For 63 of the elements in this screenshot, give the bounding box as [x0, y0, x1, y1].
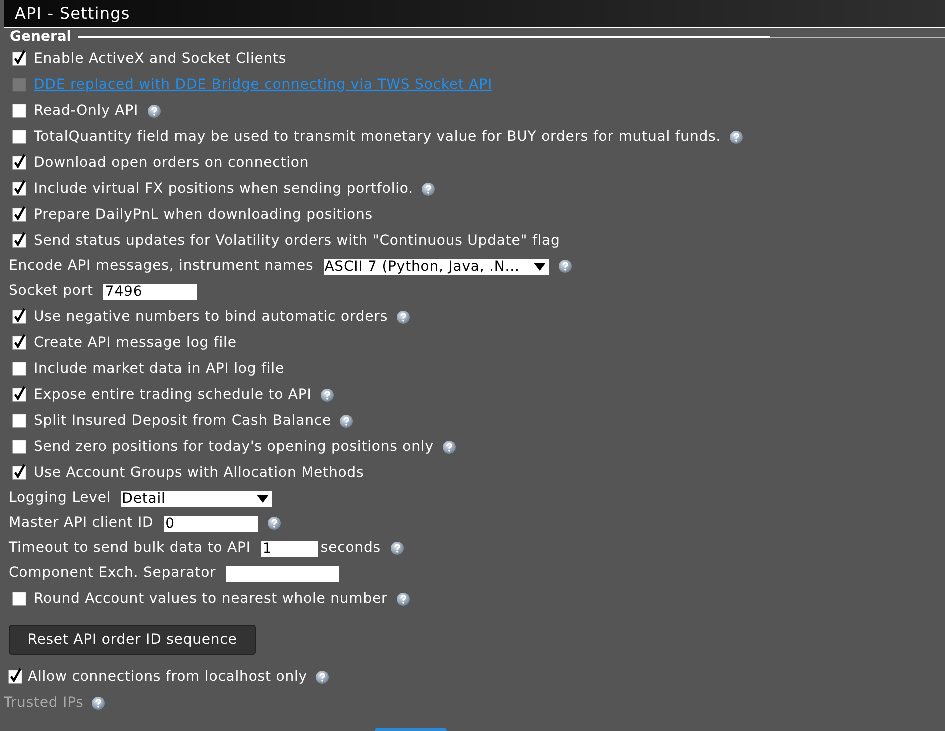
help-icon[interactable]	[558, 260, 572, 273]
help-icon[interactable]	[268, 517, 281, 530]
setting-label: Enable ActiveX and Socket Clients	[34, 50, 287, 68]
field-label: Socket port	[9, 283, 94, 300]
help-icon[interactable]	[316, 670, 330, 684]
help-icon[interactable]	[422, 182, 436, 196]
input-field[interactable]: 7496	[103, 284, 198, 300]
input-field[interactable]: 1	[260, 540, 318, 556]
setting-label: Trusted IPs	[4, 694, 84, 712]
section-title: General	[10, 29, 72, 45]
checkbox[interactable]	[12, 232, 27, 248]
help-icon[interactable]	[396, 592, 410, 606]
checkbox[interactable]	[12, 50, 27, 66]
checkbox[interactable]	[12, 154, 27, 170]
field-label: Timeout to send bulk data to API	[9, 540, 251, 557]
field-label: Encode API messages, instrument names	[9, 258, 314, 275]
setting-label: Use negative numbers to bind automatic orders	[34, 308, 388, 326]
setting-label: Create API message log file	[34, 334, 237, 352]
checkbox[interactable]	[12, 412, 27, 428]
checkbox[interactable]	[12, 464, 27, 480]
checkbox[interactable]	[12, 308, 27, 324]
window-title: API - Settings	[15, 4, 130, 23]
checkbox[interactable]	[12, 128, 27, 144]
help-icon[interactable]	[397, 310, 410, 324]
setting-label: Send status updates for Volatility orders with "Continuous Update" flag	[34, 232, 560, 250]
checkbox[interactable]	[12, 386, 27, 402]
setting-label: Expose entire trading schedule to API	[34, 386, 312, 404]
help-icon[interactable]	[148, 104, 160, 118]
setting-label: Send zero positions for today's opening positions only	[34, 438, 434, 456]
help-icon[interactable]	[320, 388, 334, 402]
setting-label: Allow connections from localhost only	[28, 668, 308, 686]
checkbox[interactable]	[12, 180, 27, 196]
field-label: Master API client ID	[9, 515, 154, 532]
checkbox[interactable]	[12, 590, 27, 606]
help-icon[interactable]	[730, 130, 744, 144]
unit-label: seconds	[320, 540, 381, 557]
checkbox[interactable]	[12, 206, 27, 222]
checkbox[interactable]	[8, 668, 23, 684]
checkbox[interactable]	[12, 360, 27, 376]
setting-label: Download open orders on connection	[34, 154, 310, 172]
input-field[interactable]: 0	[164, 516, 258, 532]
setting-label: Include market data in API log file	[34, 360, 284, 378]
help-icon[interactable]	[390, 542, 404, 555]
setting-label: Use Account Groups with Allocation Methods	[34, 464, 364, 482]
setting-label: Include virtual FX positions when sending portfolio.	[34, 180, 414, 198]
caret-icon	[257, 494, 270, 502]
setting-label: TotalQuantity field may be used to transmit monetary value for BUY orders for mutual funds.	[34, 128, 722, 146]
help-icon[interactable]	[442, 440, 456, 454]
checkbox[interactable]	[12, 334, 27, 350]
setting-label: Split Insured Deposit from Cash Balance	[34, 412, 332, 430]
dropdown[interactable]: Detail	[121, 490, 272, 506]
reset-button[interactable]: Reset API order ID sequence	[9, 625, 256, 655]
checkbox[interactable]	[12, 438, 27, 454]
setting-label: Read-Only API	[34, 102, 138, 120]
setting-label: Round Account values to nearest whole number	[34, 590, 388, 608]
field-label: Logging Level	[9, 490, 112, 507]
field-label: Component Exch. Separator	[9, 565, 216, 582]
help-icon[interactable]	[340, 414, 354, 428]
setting-label: Prepare DailyPnL when downloading positions	[34, 206, 373, 224]
caret-icon	[534, 262, 546, 270]
dropdown[interactable]: ASCII 7 (Python, Java, .N...	[324, 258, 549, 274]
input-field[interactable]	[226, 566, 340, 582]
checkbox[interactable]	[12, 102, 27, 118]
